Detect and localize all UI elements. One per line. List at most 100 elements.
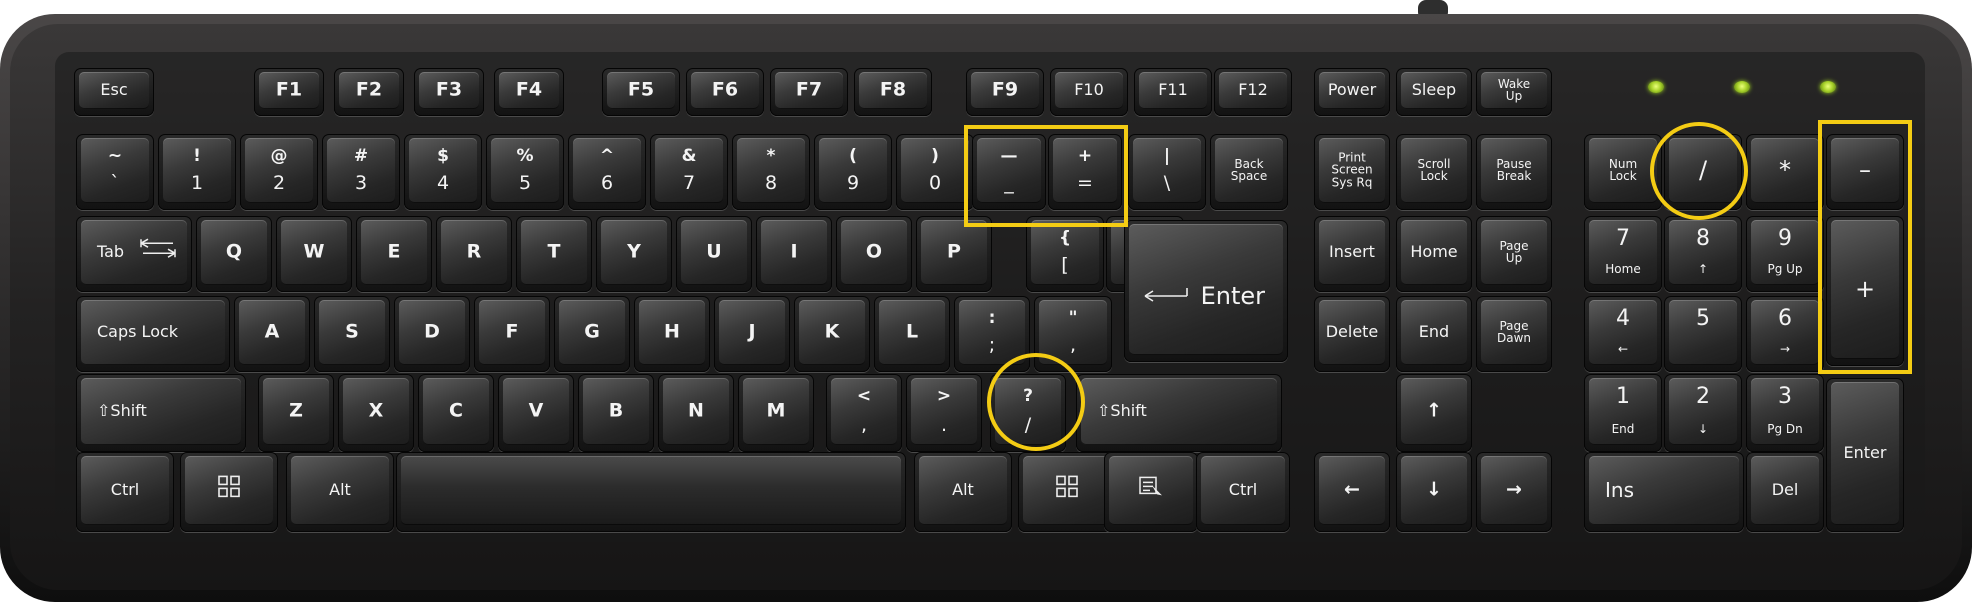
backslash-key[interactable]: | \	[1128, 134, 1206, 210]
key-y[interactable]: Y	[596, 216, 672, 292]
f5-key[interactable]: F5	[602, 68, 680, 116]
sleep-key[interactable]: Sleep	[1396, 68, 1472, 116]
key-n[interactable]: N	[658, 374, 734, 452]
numpad-del-key[interactable]: Del	[1746, 452, 1824, 532]
key-i[interactable]: I	[756, 216, 832, 292]
power-key[interactable]: Power	[1314, 68, 1390, 116]
left-shift-key[interactable]: ⇧Shift	[76, 374, 246, 452]
f4-key[interactable]: F4	[494, 68, 564, 116]
key-9[interactable]: (9	[814, 134, 892, 210]
delete-key[interactable]: Delete	[1314, 296, 1390, 372]
f10-key[interactable]: F10	[1050, 68, 1128, 116]
key-b[interactable]: B	[578, 374, 654, 452]
backspace-key[interactable]: Back Space	[1210, 134, 1288, 210]
tilde-key[interactable]: ~ `	[76, 134, 154, 210]
key-k[interactable]: K	[794, 296, 870, 372]
right-shift-key[interactable]: ⇧Shift	[1076, 374, 1282, 452]
key-o[interactable]: O	[836, 216, 912, 292]
left-bracket-key[interactable]: {[	[1026, 216, 1104, 292]
period-key[interactable]: >.	[906, 374, 982, 452]
key-6[interactable]: ^ 6	[568, 134, 646, 210]
key-q[interactable]: Q	[196, 216, 272, 292]
key-5[interactable]: % 5	[486, 134, 564, 210]
key-s[interactable]: S	[314, 296, 390, 372]
enter-key[interactable]: Enter	[1124, 220, 1288, 362]
key-g[interactable]: G	[554, 296, 630, 372]
f3-key[interactable]: F3	[414, 68, 484, 116]
key-0[interactable]: ) 0	[896, 134, 974, 210]
menu-key[interactable]	[1104, 452, 1198, 532]
key-1[interactable]: ! 1	[158, 134, 236, 210]
right-ctrl-key[interactable]: Ctrl	[1196, 452, 1290, 532]
key-d[interactable]: D	[394, 296, 470, 372]
f12-key[interactable]: F12	[1214, 68, 1292, 116]
print-screen-key[interactable]: Print Screen Sys Rq	[1314, 134, 1390, 210]
f9-key[interactable]: F9	[966, 68, 1044, 116]
f8-key[interactable]: F8	[854, 68, 932, 116]
numpad-5-key[interactable]: 5	[1664, 296, 1742, 372]
key-legend: Wake Up	[1497, 76, 1531, 103]
key-m[interactable]: M	[738, 374, 814, 452]
f1-key[interactable]: F1	[254, 68, 324, 116]
left-windows-key[interactable]	[180, 452, 278, 532]
f2-key[interactable]: F2	[334, 68, 404, 116]
key-f[interactable]: F	[474, 296, 550, 372]
key-4[interactable]: $4	[404, 134, 482, 210]
numpad-4-key[interactable]: 4 ←	[1584, 296, 1662, 372]
key-r[interactable]: R	[436, 216, 512, 292]
caps-lock-key[interactable]: Caps Lock	[76, 296, 230, 372]
key-h[interactable]: H	[634, 296, 710, 372]
right-windows-key[interactable]	[1018, 452, 1116, 532]
insert-key[interactable]: Insert	[1314, 216, 1390, 292]
key-x[interactable]: X	[338, 374, 414, 452]
tab-key[interactable]: Tab	[76, 216, 192, 292]
key-t[interactable]: T	[516, 216, 592, 292]
esc-key[interactable]: Esc	[74, 68, 154, 116]
page-down-key[interactable]: Page Dawn	[1476, 296, 1552, 372]
key-2[interactable]: @2	[240, 134, 318, 210]
numpad-enter-key[interactable]: Enter	[1826, 378, 1904, 532]
key-legend: Del	[1771, 479, 1799, 499]
numpad-2-key[interactable]: 2 ↓	[1664, 374, 1742, 452]
key-j[interactable]: J	[714, 296, 790, 372]
key-p[interactable]: P	[916, 216, 992, 292]
numpad-3-key[interactable]: 3 Pg Dn	[1746, 374, 1824, 452]
key-legend: F1	[275, 78, 303, 101]
page-up-key[interactable]: Page Up	[1476, 216, 1552, 292]
end-key[interactable]: End	[1396, 296, 1472, 372]
numpad-multiply-key[interactable]: *	[1746, 134, 1824, 210]
home-key[interactable]: Home	[1396, 216, 1472, 292]
key-8[interactable]: * 8	[732, 134, 810, 210]
key-u[interactable]: U	[676, 216, 752, 292]
numpad-ins-key[interactable]: Ins	[1584, 452, 1744, 532]
key-l[interactable]: L	[874, 296, 950, 372]
key-3[interactable]: #3	[322, 134, 400, 210]
key-7[interactable]: & 7	[650, 134, 728, 210]
arrow-right-key[interactable]: →	[1476, 452, 1552, 532]
arrow-down-key[interactable]: ↓	[1396, 452, 1472, 532]
arrow-left-key[interactable]: ←	[1314, 452, 1390, 532]
space-bar[interactable]	[396, 452, 906, 532]
comma-key[interactable]: <,	[826, 374, 902, 452]
pause-break-key[interactable]: Pause Break	[1476, 134, 1552, 210]
numpad-6-key[interactable]: 6 →	[1746, 296, 1824, 372]
key-v[interactable]: V	[498, 374, 574, 452]
numpad-8-key[interactable]: 8 ↑	[1664, 216, 1742, 292]
key-a[interactable]: A	[234, 296, 310, 372]
key-z[interactable]: Z	[258, 374, 334, 452]
arrow-up-key[interactable]: ↑	[1396, 374, 1472, 452]
key-w[interactable]: W	[276, 216, 352, 292]
scroll-lock-key[interactable]: Scroll Lock	[1396, 134, 1472, 210]
numpad-7-key[interactable]: 7 Home	[1584, 216, 1662, 292]
numpad-9-key[interactable]: 9 Pg Up	[1746, 216, 1824, 292]
wake-up-key[interactable]: Wake Up	[1476, 68, 1552, 116]
numpad-1-key[interactable]: 1 End	[1584, 374, 1662, 452]
left-ctrl-key[interactable]: Ctrl	[76, 452, 174, 532]
f7-key[interactable]: F7	[770, 68, 848, 116]
left-alt-key[interactable]: Alt	[286, 452, 394, 532]
f6-key[interactable]: F6	[686, 68, 764, 116]
key-e[interactable]: E	[356, 216, 432, 292]
key-c[interactable]: C	[418, 374, 494, 452]
right-alt-key[interactable]: Alt	[914, 452, 1012, 532]
f11-key[interactable]: F11	[1134, 68, 1212, 116]
